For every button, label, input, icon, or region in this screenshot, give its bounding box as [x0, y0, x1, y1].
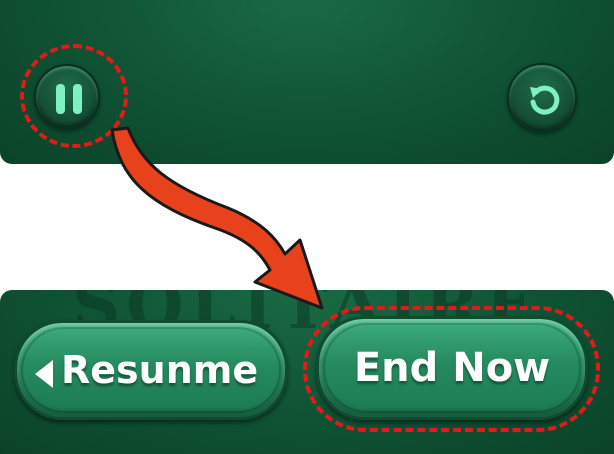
instruction-arrow: [110, 126, 324, 310]
